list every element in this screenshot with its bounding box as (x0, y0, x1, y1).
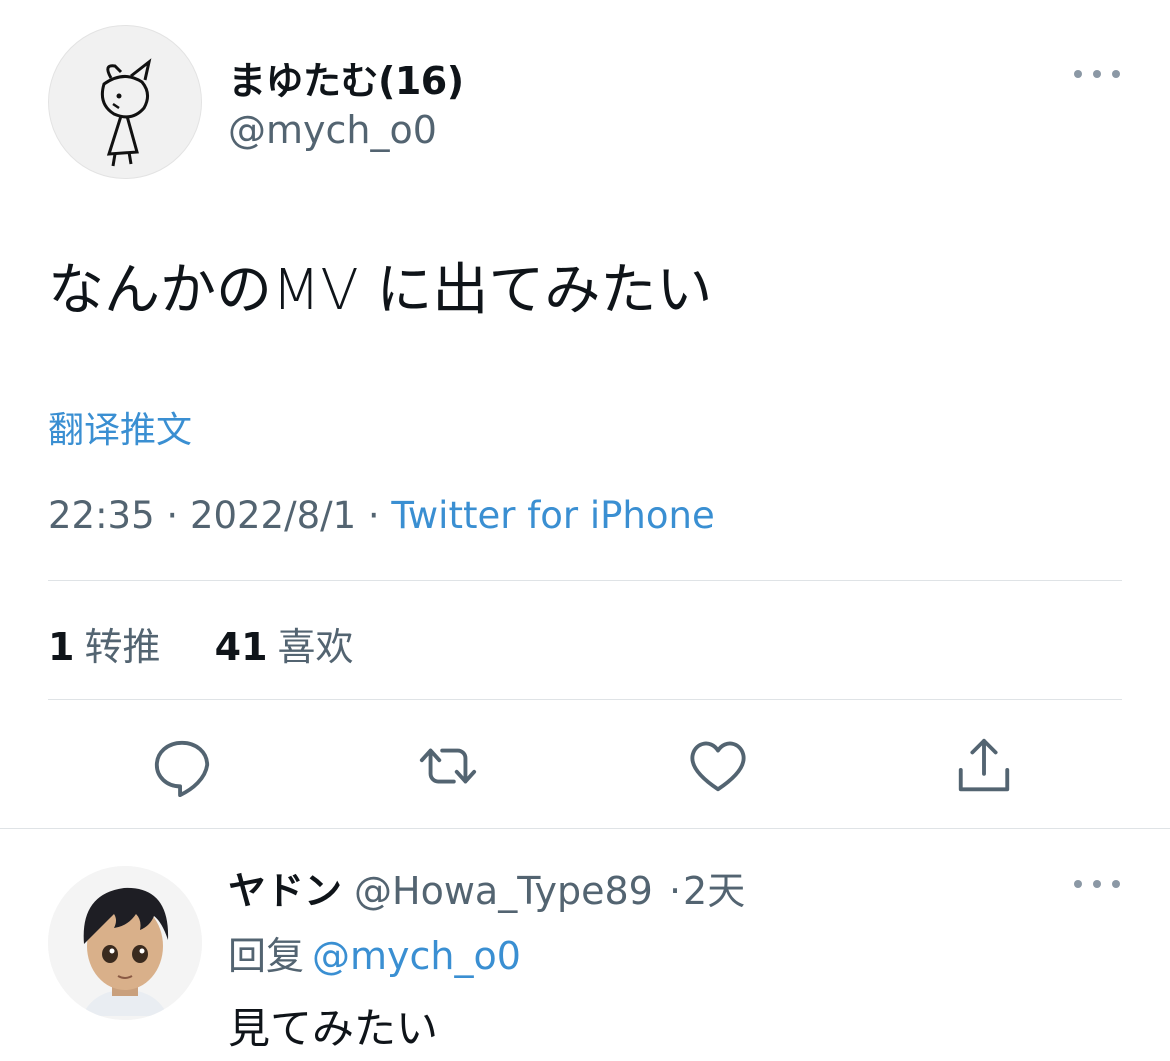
share-icon[interactable] (952, 734, 1016, 798)
tweet-time: 22:35 (48, 494, 155, 537)
tweet-date: 2022/8/1 (189, 494, 357, 537)
like-icon[interactable] (686, 734, 750, 798)
retweet-stat[interactable]: 1 转推 (48, 625, 173, 669)
reply-author-handle[interactable]: @Howa_Type89 (354, 869, 653, 913)
reply-separator: · (668, 869, 682, 913)
reply-to-mention[interactable]: @mych_o0 (312, 934, 521, 978)
reply-time: 2天 (683, 869, 746, 913)
reply-icon[interactable] (150, 734, 214, 798)
reply-header: ヤドン @Howa_Type89 ·2天 (228, 860, 745, 915)
reply-text: 見てみたい (228, 1004, 439, 1053)
reply-more-icon[interactable] (1074, 874, 1120, 894)
reply-to-line: 回复 @mych_o0 (228, 925, 521, 980)
tweet-text: なんかのMV に出てみたい (48, 258, 713, 323)
meta-separator: · (367, 494, 380, 537)
tweet-stats: 1 转推 41 喜欢 (48, 616, 354, 671)
author-display-name[interactable]: まゆたむ(16) (228, 50, 464, 105)
retweet-icon[interactable] (416, 734, 480, 798)
divider (48, 699, 1122, 700)
divider (0, 828, 1170, 829)
meta-separator: · (166, 494, 179, 537)
anime-avatar-image (48, 866, 202, 1020)
like-stat[interactable]: 41 喜欢 (215, 625, 354, 669)
author-avatar[interactable] (48, 25, 202, 179)
reply-author-name[interactable]: ヤドン (228, 869, 342, 913)
reply-author-avatar[interactable] (48, 866, 202, 1020)
author-handle[interactable]: @mych_o0 (228, 108, 437, 152)
like-label: 喜欢 (277, 625, 354, 669)
tweet-meta: 22:35 · 2022/8/1 · Twitter for iPhone (48, 494, 715, 537)
reply-to-label: 回复 (228, 934, 305, 978)
like-count: 41 (214, 625, 268, 669)
tweet-source-link[interactable]: Twitter for iPhone (391, 494, 714, 537)
retweet-label: 转推 (84, 625, 161, 669)
retweet-count: 1 (48, 625, 75, 669)
translate-tweet-link[interactable]: 翻译推文 (48, 401, 192, 453)
more-icon[interactable] (1074, 64, 1120, 84)
doodle-avatar-image (100, 58, 152, 167)
divider (48, 580, 1122, 581)
